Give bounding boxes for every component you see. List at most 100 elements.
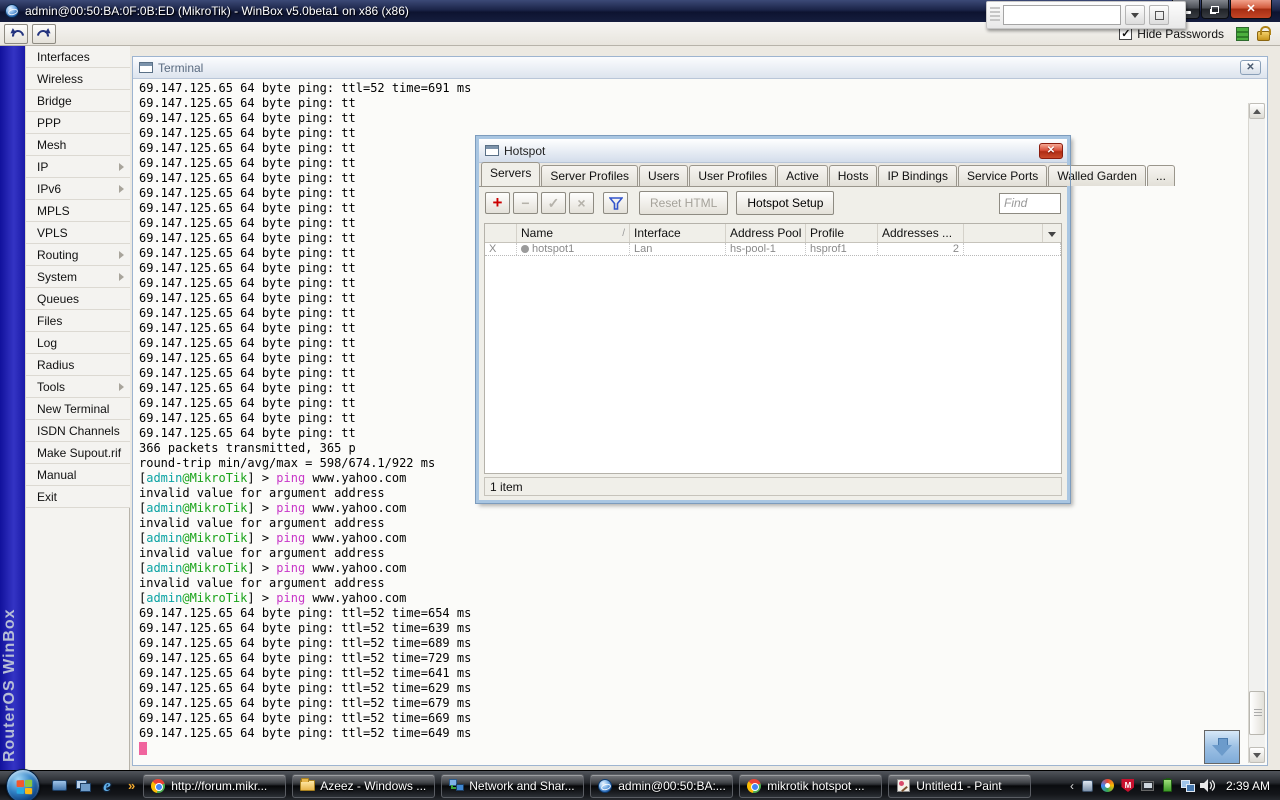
terminal-window-icon	[139, 62, 153, 73]
scroll-up-button[interactable]	[1249, 103, 1265, 119]
restore-button[interactable]	[1201, 0, 1229, 19]
terminal-line: invalid value for argument address	[139, 516, 385, 530]
tab-servers[interactable]: Servers	[481, 162, 541, 186]
panel-square-button[interactable]	[1149, 5, 1169, 25]
quicklaunch-ie-button[interactable]: e	[96, 775, 118, 797]
sidebar-item-tools[interactable]: Tools	[26, 376, 130, 398]
sidebar-item-ppp[interactable]: PPP	[26, 112, 130, 134]
tray-batt-icon[interactable]	[1160, 778, 1176, 794]
tray-display-icon[interactable]	[1140, 778, 1156, 794]
sidebar-item-exit[interactable]: Exit	[26, 486, 130, 508]
tab-more[interactable]: ...	[1146, 165, 1175, 186]
sidebar-item-ip[interactable]: IP	[26, 156, 130, 178]
panel-grip[interactable]	[990, 7, 1000, 23]
lock-icon	[1257, 26, 1271, 41]
taskbar-button-admin-00-50-ba[interactable]: admin@00:50:BA:...	[590, 773, 734, 798]
sidebar-item-vpls[interactable]: VPLS	[26, 222, 130, 244]
tab-hosts[interactable]: Hosts	[828, 165, 878, 186]
disable-button[interactable]: ×	[569, 192, 594, 214]
search-dropdown-button[interactable]	[1125, 5, 1145, 25]
sidebar-item-label: Tools	[37, 379, 66, 394]
tray-volume-icon[interactable]	[1200, 778, 1216, 794]
redo-button[interactable]	[32, 23, 56, 44]
terminal-scrollbar[interactable]	[1248, 103, 1265, 763]
servers-table: Name / Interface Address Pool Profile Address…	[484, 223, 1062, 474]
overflow-chevron[interactable]: »	[128, 778, 135, 793]
terminal-title: Terminal	[158, 60, 204, 75]
search-input[interactable]	[1003, 5, 1121, 25]
scrollbar-thumb[interactable]	[1249, 691, 1265, 735]
column-header-Addresses ...[interactable]: Addresses ...	[878, 224, 964, 242]
tray-swirl-icon[interactable]	[1100, 778, 1116, 794]
row-flag: X	[485, 243, 517, 255]
clock[interactable]: 2:39 AM	[1226, 779, 1270, 793]
taskbar-button-azeez-windows[interactable]: Azeez - Windows ...	[292, 773, 436, 798]
sidebar-item-files[interactable]: Files	[26, 310, 130, 332]
taskbar-button-mikrotik-hotspot[interactable]: mikrotik hotspot ...	[739, 773, 883, 798]
column-header-Profile[interactable]: Profile	[806, 224, 878, 242]
terminal-titlebar[interactable]: Terminal ✕	[133, 57, 1267, 79]
column-header-Address Pool[interactable]: Address Pool	[726, 224, 806, 242]
sidebar-item-new-terminal[interactable]: New Terminal	[26, 398, 130, 420]
sidebar-item-manual[interactable]: Manual	[26, 464, 130, 486]
terminal-line: [admin@MikroTik] > ping www.yahoo.com	[139, 531, 407, 545]
tab-service-ports[interactable]: Service Ports	[957, 165, 1048, 186]
sidebar-item-queues[interactable]: Queues	[26, 288, 130, 310]
quicklaunch-switch-button[interactable]	[72, 775, 94, 797]
sidebar-item-interfaces[interactable]: Interfaces	[26, 46, 130, 68]
remove-button[interactable]: −	[513, 192, 538, 214]
sidebar-item-bridge[interactable]: Bridge	[26, 90, 130, 112]
scroll-down-button[interactable]	[1249, 747, 1265, 763]
sidebar-item-wireless[interactable]: Wireless	[26, 68, 130, 90]
sidebar-item-make-supout-rif[interactable]: Make Supout.rif	[26, 442, 130, 464]
sidebar-item-label: IP	[37, 159, 49, 174]
sidebar-item-routing[interactable]: Routing	[26, 244, 130, 266]
column-header-flag[interactable]	[485, 224, 517, 242]
table-row[interactable]: Xhotspot1 Lan hs-pool-1 hsprof1 2	[485, 243, 1061, 256]
tray-net2-icon[interactable]	[1180, 778, 1196, 794]
hotspot-toolbar: + − ✓ × Reset HTML Hotspot Setup	[479, 187, 1067, 219]
hotspot-close-button[interactable]: ✕	[1039, 142, 1063, 159]
quicklaunch-desktop-button[interactable]	[48, 775, 70, 797]
close-button[interactable]: ✕	[1230, 0, 1272, 19]
column-header-Interface[interactable]: Interface	[630, 224, 726, 242]
tab-walled-garden[interactable]: Walled Garden	[1048, 165, 1146, 186]
tab-ip-bindings[interactable]: IP Bindings	[878, 165, 957, 186]
sidebar-item-label: Queues	[37, 291, 80, 306]
terminal-line: 69.147.125.65 64 byte ping: ttl=52 time=…	[139, 681, 472, 695]
sidebar-item-label: New Terminal	[37, 401, 110, 416]
tray-chevron[interactable]: ‹	[1070, 779, 1074, 793]
row-filler	[964, 243, 1061, 255]
reset-html-button[interactable]: Reset HTML	[639, 191, 729, 215]
taskbar-button-untitled1-paint[interactable]: Untitled1 - Paint	[888, 773, 1032, 798]
hotspot-titlebar[interactable]: Hotspot ✕	[479, 139, 1067, 163]
taskbar-button-network-and-shar[interactable]: Network and Shar...	[441, 773, 585, 798]
sidebar-item-mesh[interactable]: Mesh	[26, 134, 130, 156]
tray-shield-icon[interactable]: M	[1120, 778, 1136, 794]
add-button[interactable]: +	[485, 192, 510, 214]
filter-button[interactable]	[603, 192, 628, 214]
terminal-line: 69.147.125.65 64 byte ping: ttl=52 time=…	[139, 711, 472, 725]
column-header-Name[interactable]: Name /	[517, 224, 630, 242]
terminal-close-button[interactable]: ✕	[1240, 60, 1261, 75]
tab-server-profiles[interactable]: Server Profiles	[541, 165, 639, 186]
undo-button[interactable]	[4, 23, 28, 44]
sidebar-item-ipv6[interactable]: IPv6	[26, 178, 130, 200]
tray-gem-icon[interactable]	[1080, 778, 1096, 794]
taskbar-button-http-forum-mikr[interactable]: http://forum.mikr...	[143, 773, 287, 798]
sidebar-item-radius[interactable]: Radius	[26, 354, 130, 376]
start-button[interactable]	[6, 768, 40, 800]
tab-active[interactable]: Active	[777, 165, 828, 186]
sidebar-item-log[interactable]: Log	[26, 332, 130, 354]
tab-user-profiles[interactable]: User Profiles	[689, 165, 777, 186]
scroll-to-end-button[interactable]	[1204, 730, 1240, 764]
enable-button[interactable]: ✓	[541, 192, 566, 214]
column-selector-button[interactable]	[1043, 224, 1061, 242]
sidebar-item-system[interactable]: System	[26, 266, 130, 288]
sidebar-item-mpls[interactable]: MPLS	[26, 200, 130, 222]
tab-users[interactable]: Users	[639, 165, 689, 186]
desktop-icon	[51, 780, 67, 791]
hotspot-setup-button[interactable]: Hotspot Setup	[736, 191, 835, 215]
find-input[interactable]	[999, 192, 1061, 214]
sidebar-item-isdn-channels[interactable]: ISDN Channels	[26, 420, 130, 442]
